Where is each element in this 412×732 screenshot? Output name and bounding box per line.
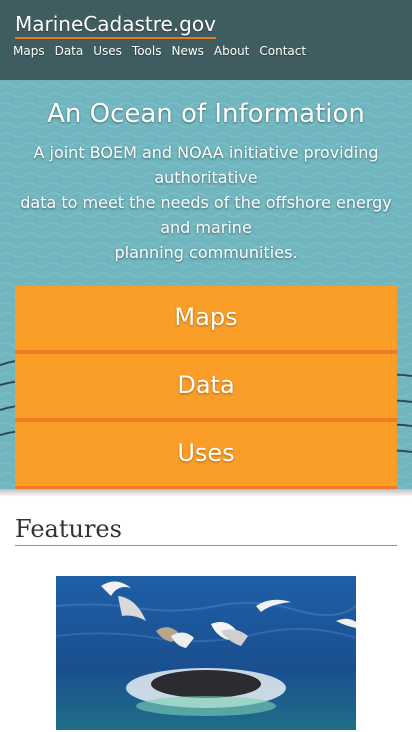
feature-image[interactable]	[56, 576, 356, 730]
data-button[interactable]: Data	[15, 354, 397, 422]
hero-subtitle-line: authoritative	[154, 168, 258, 187]
hero-subtitle-line: data to meet the needs of the offshore e…	[20, 193, 392, 212]
nav-item-data[interactable]: Data	[55, 43, 84, 59]
hero-subtitle: A joint BOEM and NOAA initiative providi…	[16, 140, 396, 265]
hero-shadow	[0, 489, 412, 497]
nav-item-about[interactable]: About	[214, 43, 249, 59]
uses-button[interactable]: Uses	[15, 422, 397, 489]
hero-subtitle-line: planning communities.	[114, 243, 298, 262]
hero-subtitle-line: and marine	[160, 218, 252, 237]
nav-item-news[interactable]: News	[171, 43, 203, 59]
nav-item-maps[interactable]: Maps	[13, 43, 45, 59]
site-header: MarineCadastre.gov Maps Data Uses Tools …	[0, 0, 412, 80]
nav-item-tools[interactable]: Tools	[132, 43, 162, 59]
nav-item-contact[interactable]: Contact	[259, 43, 306, 59]
maps-button[interactable]: Maps	[15, 286, 397, 354]
hero-title: An Ocean of Information	[47, 99, 365, 129]
seagulls-whale-photo-icon	[56, 576, 356, 730]
hero-banner: An Ocean of Information A joint BOEM and…	[0, 80, 412, 489]
site-title-link[interactable]: MarineCadastre.gov	[15, 12, 216, 39]
main-nav: Maps Data Uses Tools News About Contact	[13, 43, 316, 59]
hero-subtitle-line: A joint BOEM and NOAA initiative providi…	[33, 143, 379, 162]
nav-item-uses[interactable]: Uses	[93, 43, 122, 59]
features-heading: Features	[15, 514, 397, 546]
